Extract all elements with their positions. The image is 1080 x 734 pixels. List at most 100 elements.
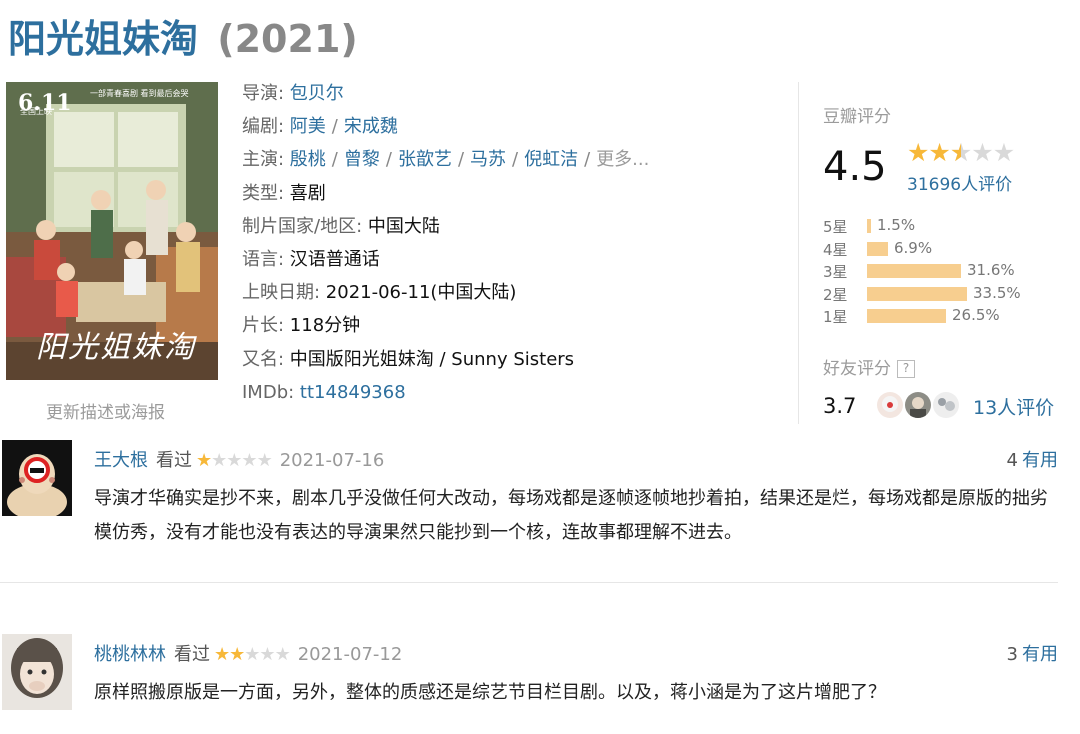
avatar[interactable] xyxy=(2,634,72,710)
rating-dist-row: 1星 26.5% xyxy=(823,304,1053,327)
aka-label: 又名: xyxy=(242,348,290,370)
imdb-label: IMDb: xyxy=(242,381,300,403)
language-label: 语言: xyxy=(242,248,290,270)
writer-link[interactable]: 宋成魏 xyxy=(344,116,398,137)
dist-star-label: 5星 xyxy=(823,218,848,236)
cast-link[interactable]: 殷桃 xyxy=(290,149,326,170)
language-value: 汉语普通话 xyxy=(289,248,380,270)
star-empty-icon: ★ xyxy=(256,450,273,471)
friends-count-link[interactable]: 13人评价 xyxy=(973,393,1054,420)
rating-score: 4.5 xyxy=(823,144,887,190)
info-runtime: 片长: 118分钟 xyxy=(242,312,782,345)
comment-user-link[interactable]: 桃桃林林 xyxy=(94,644,166,665)
comment-stars: ★★★★★ xyxy=(214,644,291,665)
star-empty-icon: ★ xyxy=(244,644,260,665)
release-label: 上映日期: xyxy=(242,282,326,304)
comment-date: 2021-07-16 xyxy=(279,450,385,471)
dist-percent: 1.5% xyxy=(877,216,916,234)
writer-label: 编剧: xyxy=(242,116,290,138)
update-poster-link[interactable]: 更新描述或海报 xyxy=(46,398,165,423)
cast-link[interactable]: 张歆艺 xyxy=(398,149,452,170)
comment-header: 桃桃林林 看过 ★★★★★ 2021-07-12 xyxy=(94,640,402,666)
cast-more-link[interactable]: 更多... xyxy=(596,149,649,170)
info-director: 导演: 包贝尔 xyxy=(242,80,782,113)
friends-avatars xyxy=(877,392,961,418)
star-empty-icon: ★ xyxy=(971,138,993,167)
comment-item: 桃桃林林 看过 ★★★★★ 2021-07-12 3 有用 原样照搬原版是一方面，另外，… xyxy=(0,632,1080,734)
star-full-icon: ★ xyxy=(907,138,929,167)
star-half-icon: ★★ xyxy=(949,138,972,167)
release-value: 2021-06-11(中国大陆) xyxy=(325,282,517,304)
cast-link[interactable]: 马苏 xyxy=(470,149,506,170)
poster-date-sub: 全国上映 xyxy=(20,107,52,116)
comment-item: 王大根 看过 ★★★★★ 2021-07-16 4 有用 导演才华确实是抄不来，剧本几乎… xyxy=(0,438,1080,582)
useful-vote[interactable]: 3 有用 xyxy=(1007,640,1058,666)
dist-star-label: 4星 xyxy=(823,240,848,259)
avatar[interactable] xyxy=(2,440,72,516)
page-title: 阳光姐妹淘 (2021) xyxy=(8,8,358,63)
comment-date: 2021-07-12 xyxy=(297,644,403,665)
help-icon[interactable]: ? xyxy=(897,360,915,378)
comment-header: 王大根 看过 ★★★★★ 2021-07-16 xyxy=(94,446,384,472)
star-full-icon: ★ xyxy=(214,644,230,665)
cast-label: 主演: xyxy=(242,149,290,171)
star-full-icon: ★ xyxy=(196,450,212,471)
dist-star-label: 2星 xyxy=(823,285,848,304)
useful-button[interactable]: 有用 xyxy=(1022,450,1058,471)
country-value: 中国大陆 xyxy=(367,215,440,237)
star-empty-icon: ★ xyxy=(241,450,257,471)
star-empty-icon: ★ xyxy=(226,450,242,471)
aka-value: 中国版阳光姐妹淘 / Sunny Sisters xyxy=(289,348,575,370)
movie-info: 导演: 包贝尔 编剧: 阿美 / 宋成魏 主演: 殷桃 / 曾黎 / 张歆艺 / 马苏 / 倪虹洁 /… xyxy=(242,80,782,412)
rating-count-link[interactable]: 31696人评价 xyxy=(907,170,1012,195)
genre-label: 类型: xyxy=(242,182,290,204)
rating-dist-row: 3星 31.6% xyxy=(823,259,1053,282)
info-release: 上映日期: 2021-06-11(中国大陆) xyxy=(242,279,782,312)
dist-percent: 26.5% xyxy=(952,306,1000,324)
useful-count: 4 xyxy=(1006,450,1018,471)
friends-title-text: 好友评分 xyxy=(823,359,891,379)
director-label: 导演: xyxy=(242,83,290,104)
comment-stars: ★★★★★ xyxy=(196,450,273,471)
info-country: 制片国家/地区: 中国大陆 xyxy=(242,213,782,246)
dist-star-label: 3星 xyxy=(823,263,848,281)
cast-link[interactable]: 倪虹洁 xyxy=(524,149,578,170)
comment-user-link[interactable]: 王大根 xyxy=(94,450,148,471)
poster-title-art: 阳光姐妹淘 xyxy=(36,330,196,365)
info-aka: 又名: 中国版阳光姐妹淘 / Sunny Sisters xyxy=(242,346,782,379)
movie-title: 阳光姐妹淘 xyxy=(8,17,199,61)
rating-distribution: 5星 1.5% 4星 6.9% 3星 31.6% 2星 33.5% 1星 26.… xyxy=(823,214,1053,327)
friend-avatar[interactable] xyxy=(905,392,931,418)
dist-bar xyxy=(867,241,888,256)
cast-link[interactable]: 曾黎 xyxy=(344,149,380,170)
star-full-icon: ★ xyxy=(928,138,950,167)
rating-stars: ★★★★★★ xyxy=(907,138,1015,167)
runtime-value: 118分钟 xyxy=(289,315,361,337)
rating-dist-row: 5星 1.5% xyxy=(823,214,1053,237)
friends-score: 3.7 xyxy=(823,394,857,418)
useful-vote[interactable]: 4 有用 xyxy=(1007,446,1058,472)
poster-tagline: 一部青春喜剧 看到最后会哭 xyxy=(90,89,189,98)
dist-bar xyxy=(867,286,967,301)
imdb-link[interactable]: tt14849368 xyxy=(300,382,406,403)
comment-status: 看过 xyxy=(156,450,192,471)
movie-year: (2021) xyxy=(217,17,358,61)
friend-avatar[interactable] xyxy=(877,392,903,418)
star-full-icon: ★ xyxy=(229,644,245,665)
comment-status: 看过 xyxy=(174,644,210,665)
star-empty-icon: ★ xyxy=(992,138,1015,167)
info-writer: 编剧: 阿美 / 宋成魏 xyxy=(242,116,398,138)
comment-text: 原样照搬原版是一方面，另外，整体的质感还是综艺节目栏目剧。以及，蒋小涵是为了这片… xyxy=(94,682,886,703)
info-genre: 类型: 喜剧 xyxy=(242,180,782,213)
genre-value: 喜剧 xyxy=(289,182,326,204)
dist-bar xyxy=(867,219,871,233)
writer-link[interactable]: 阿美 xyxy=(290,116,326,137)
info-language: 语言: 汉语普通话 xyxy=(242,246,782,279)
divider xyxy=(0,582,1058,583)
friend-avatar[interactable] xyxy=(933,392,959,418)
movie-poster[interactable]: 6.11 全国上映 一部青春喜剧 看到最后会哭 阳光姐妹淘 xyxy=(6,82,218,380)
director-link[interactable]: 包贝尔 xyxy=(290,83,344,104)
rating-title: 豆瓣评分 xyxy=(823,107,891,127)
useful-button[interactable]: 有用 xyxy=(1022,644,1058,665)
runtime-label: 片长: xyxy=(242,315,290,337)
